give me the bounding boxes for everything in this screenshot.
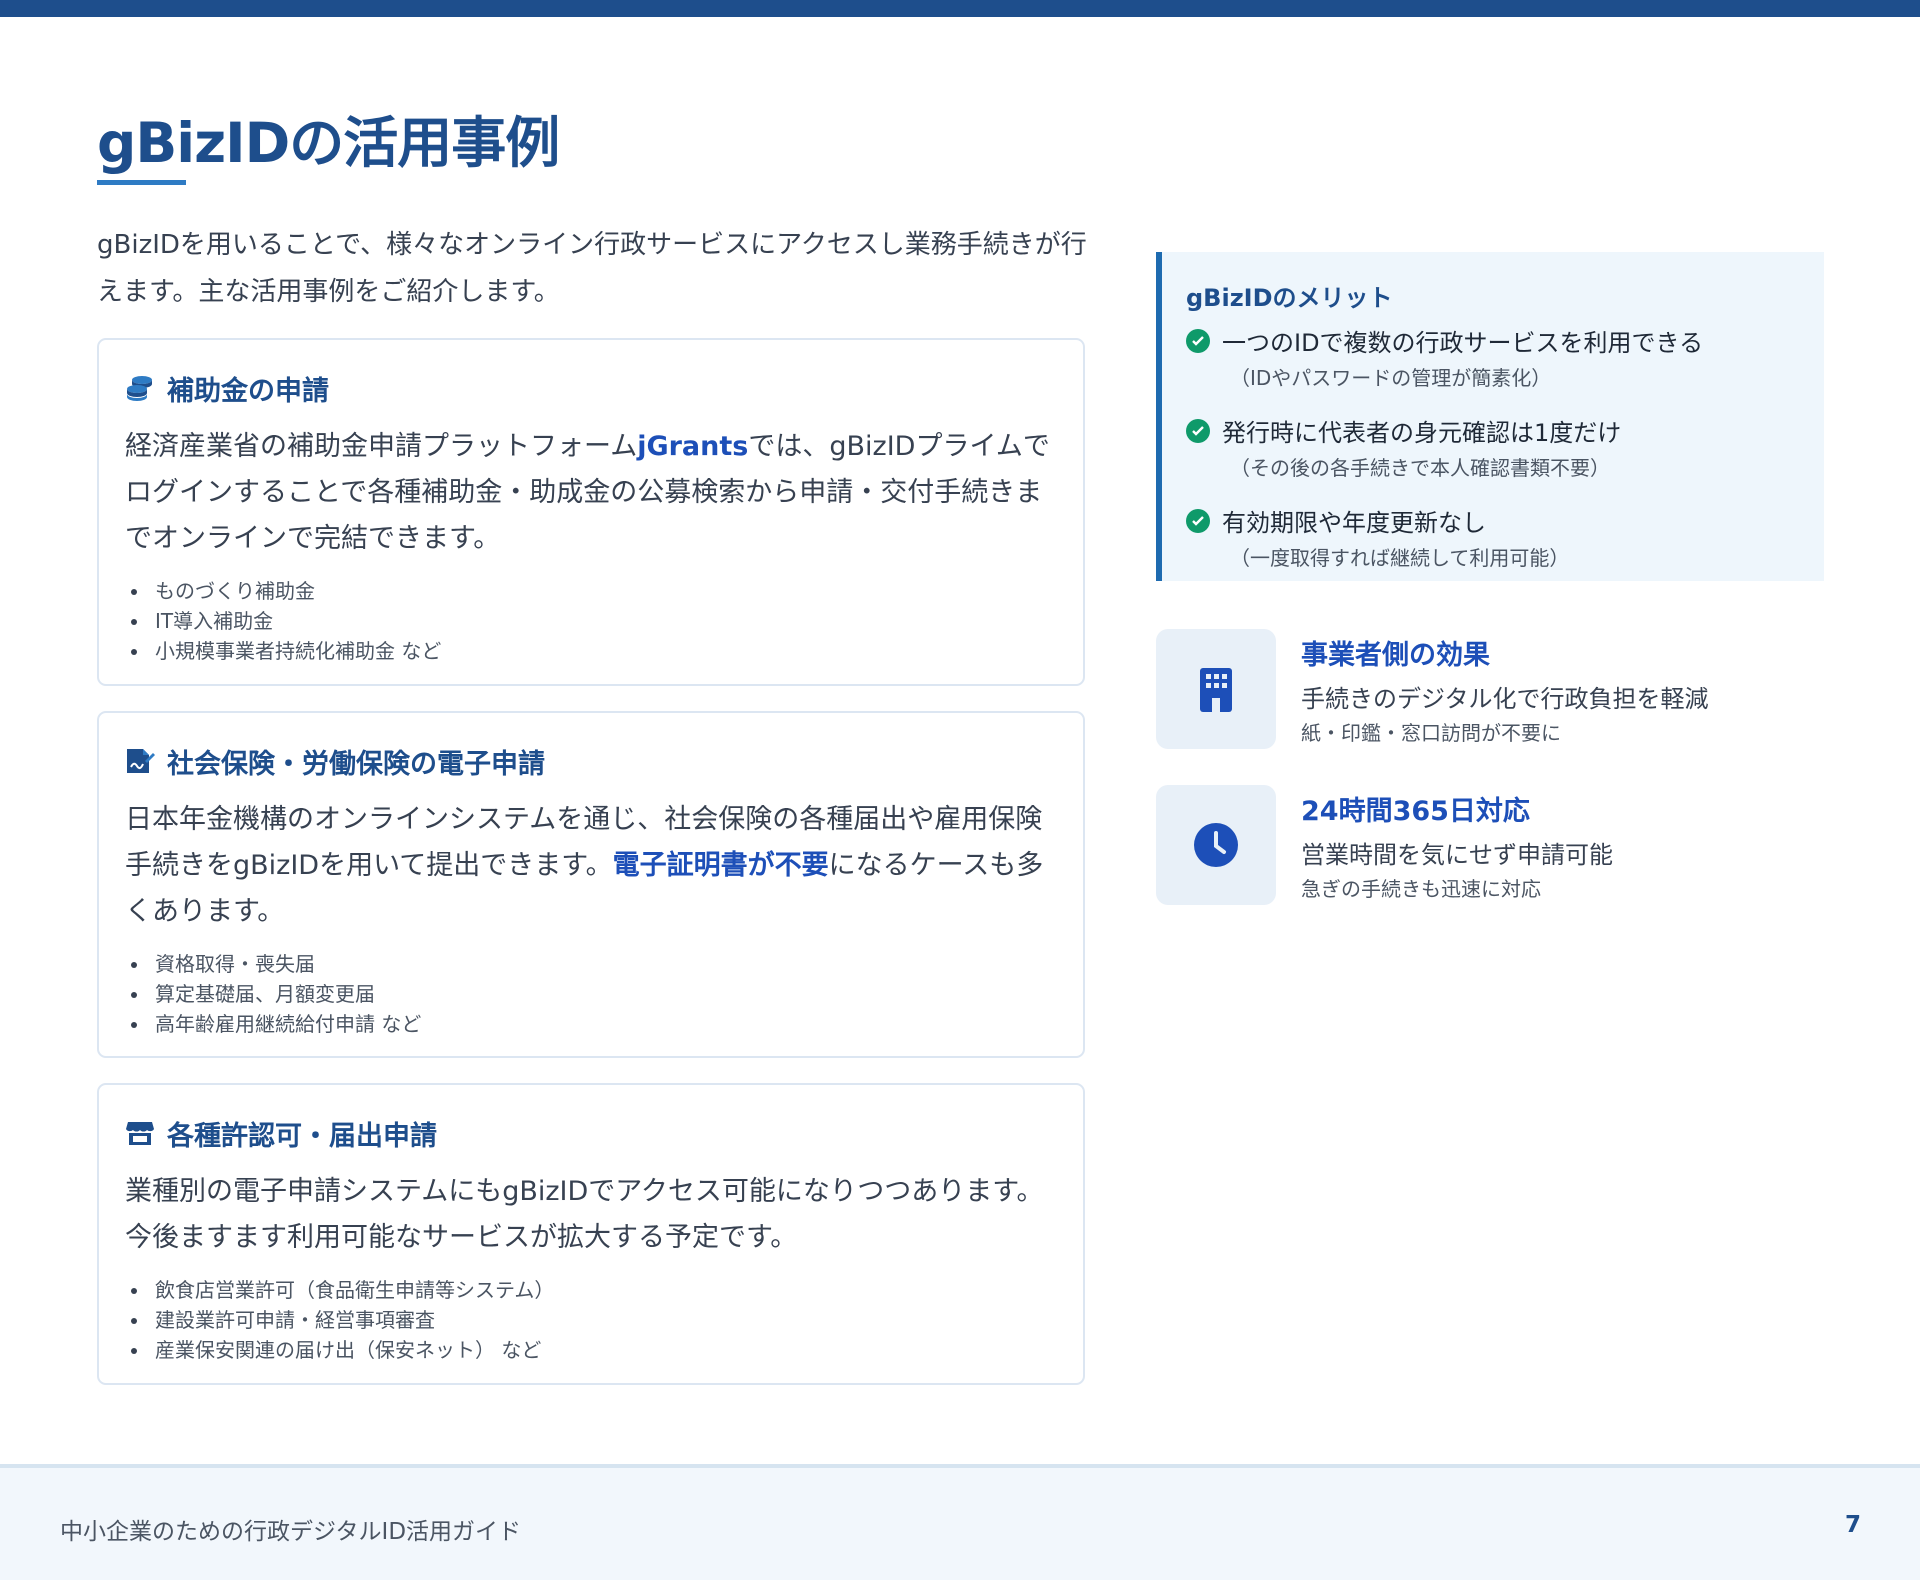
check-circle-icon [1186,418,1210,443]
feature-main-text: 営業時間を気にせず申請可能 [1301,841,1613,869]
card-description: 日本年金機構のオンラインシステムを通じ、社会保険の各種届出や雇用保険手続きをgB… [125,804,1044,927]
feature-sub-text: 急ぎの手続きも迅速に対応 [1301,877,1541,901]
merit-main-text: 一つのIDで複数の行政サービスを利用できる [1222,329,1704,357]
example-list: 資格取得・喪失届 算定基礎届、月額変更届 高年齢雇用継続給付申請 など [125,949,1057,1039]
footer-title: 中小企業のための行政デジタルID活用ガイド [60,1519,522,1545]
merit-sub-text: （IDやパスワードの管理が簡素化） [1230,366,1552,390]
card-title: 補助金の申請 [167,375,329,407]
example-list: ものづくり補助金 IT導入補助金 小規模事業者持続化補助金 など [125,576,1057,666]
feature-business-effect: 事業者側の効果 手続きのデジタル化で行政負担を軽減 紙・印鑑・窓口訪問が不要に [1156,629,1824,751]
merit-sub-text: （その後の各手続きで本人確認書類不要） [1230,456,1610,480]
merit-main-text: 発行時に代表者の身元確認は1度だけ [1222,419,1622,447]
merit-title: gBizIDのメリット [1186,284,1393,312]
list-item: 高年齢雇用継続給付申請 など [125,1009,1057,1039]
title-underline [97,180,186,185]
merit-sub-text: （一度取得すれば継続して利用可能） [1230,546,1570,570]
store-icon [125,1118,155,1148]
top-accent-bar [0,0,1920,17]
card-title: 各種許認可・届出申請 [167,1120,437,1152]
case-card-permits: 各種許認可・届出申請 業種別の電子申請システムにもgBizIDでアクセス可能にな… [97,1083,1085,1385]
check-circle-icon [1186,328,1210,353]
feature-title: 事業者側の効果 [1301,640,1490,671]
merit-item: 有効期限や年度更新なし （一度取得すれば継続して利用可能） [1186,503,1800,571]
intro-text: gBizIDを用いることで、様々なオンライン行政サービスにアクセスし業務手続きが… [97,230,1087,307]
highlight-no-certificate: 電子証明書が不要 [612,850,829,881]
feature-main-text: 手続きのデジタル化で行政負担を軽減 [1301,685,1709,713]
feature-24-7: 24時間365日対応 営業時間を気にせず申請可能 急ぎの手続きも迅速に対応 [1156,785,1824,907]
card-title: 社会保険・労働保険の電子申請 [167,748,545,780]
page-footer: 中小企業のための行政デジタルID活用ガイド 7 [0,1464,1920,1580]
building-icon [1156,629,1276,749]
list-item: 産業保安関連の届け出（保安ネット） など [125,1335,1057,1365]
card-header: 社会保険・労働保険の電子申請 [125,741,1057,781]
list-item: 算定基礎届、月額変更届 [125,979,1057,1009]
page-title: gBizIDの活用事例 [97,111,560,175]
coins-icon [125,373,155,403]
merit-main-text: 有効期限や年度更新なし [1222,509,1486,537]
card-header: 各種許認可・届出申請 [125,1113,1057,1153]
list-item: 資格取得・喪失届 [125,949,1057,979]
card-description: 業種別の電子申請システムにもgBizIDでアクセス可能になりつつあります。今後ま… [125,1176,1044,1253]
list-item: 小規模事業者持続化補助金 など [125,636,1057,666]
feature-title: 24時間365日対応 [1301,796,1530,827]
list-item: 建設業許可申請・経営事項審査 [125,1305,1057,1335]
highlight-jgrants: jGrants [637,431,749,462]
feature-sub-text: 紙・印鑑・窓口訪問が不要に [1301,721,1561,745]
check-circle-icon [1186,508,1210,533]
case-card-subsidy: 補助金の申請 経済産業省の補助金申請プラットフォームjGrantsでは、gBiz… [97,338,1085,686]
card-header: 補助金の申請 [125,368,1057,408]
merit-item: 一つのIDで複数の行政サービスを利用できる （IDやパスワードの管理が簡素化） [1186,323,1800,391]
example-list: 飲食店営業許可（食品衛生申請等システム） 建設業許可申請・経営事項審査 産業保安… [125,1275,1057,1365]
signed-document-icon [125,746,155,776]
list-item: IT導入補助金 [125,606,1057,636]
list-item: 飲食店営業許可（食品衛生申請等システム） [125,1275,1057,1305]
card-description: 経済産業省の補助金申請プラットフォームjGrantsでは、gBizIDプライムで… [125,431,1050,554]
clock-icon [1156,785,1276,905]
list-item: ものづくり補助金 [125,576,1057,606]
merit-box: gBizIDのメリット 一つのIDで複数の行政サービスを利用できる （IDやパス… [1156,252,1824,581]
page-number: 7 [1844,1512,1861,1538]
merit-item: 発行時に代表者の身元確認は1度だけ （その後の各手続きで本人確認書類不要） [1186,413,1800,481]
case-card-social-insurance: 社会保険・労働保険の電子申請 日本年金機構のオンラインシステムを通じ、社会保険の… [97,711,1085,1058]
